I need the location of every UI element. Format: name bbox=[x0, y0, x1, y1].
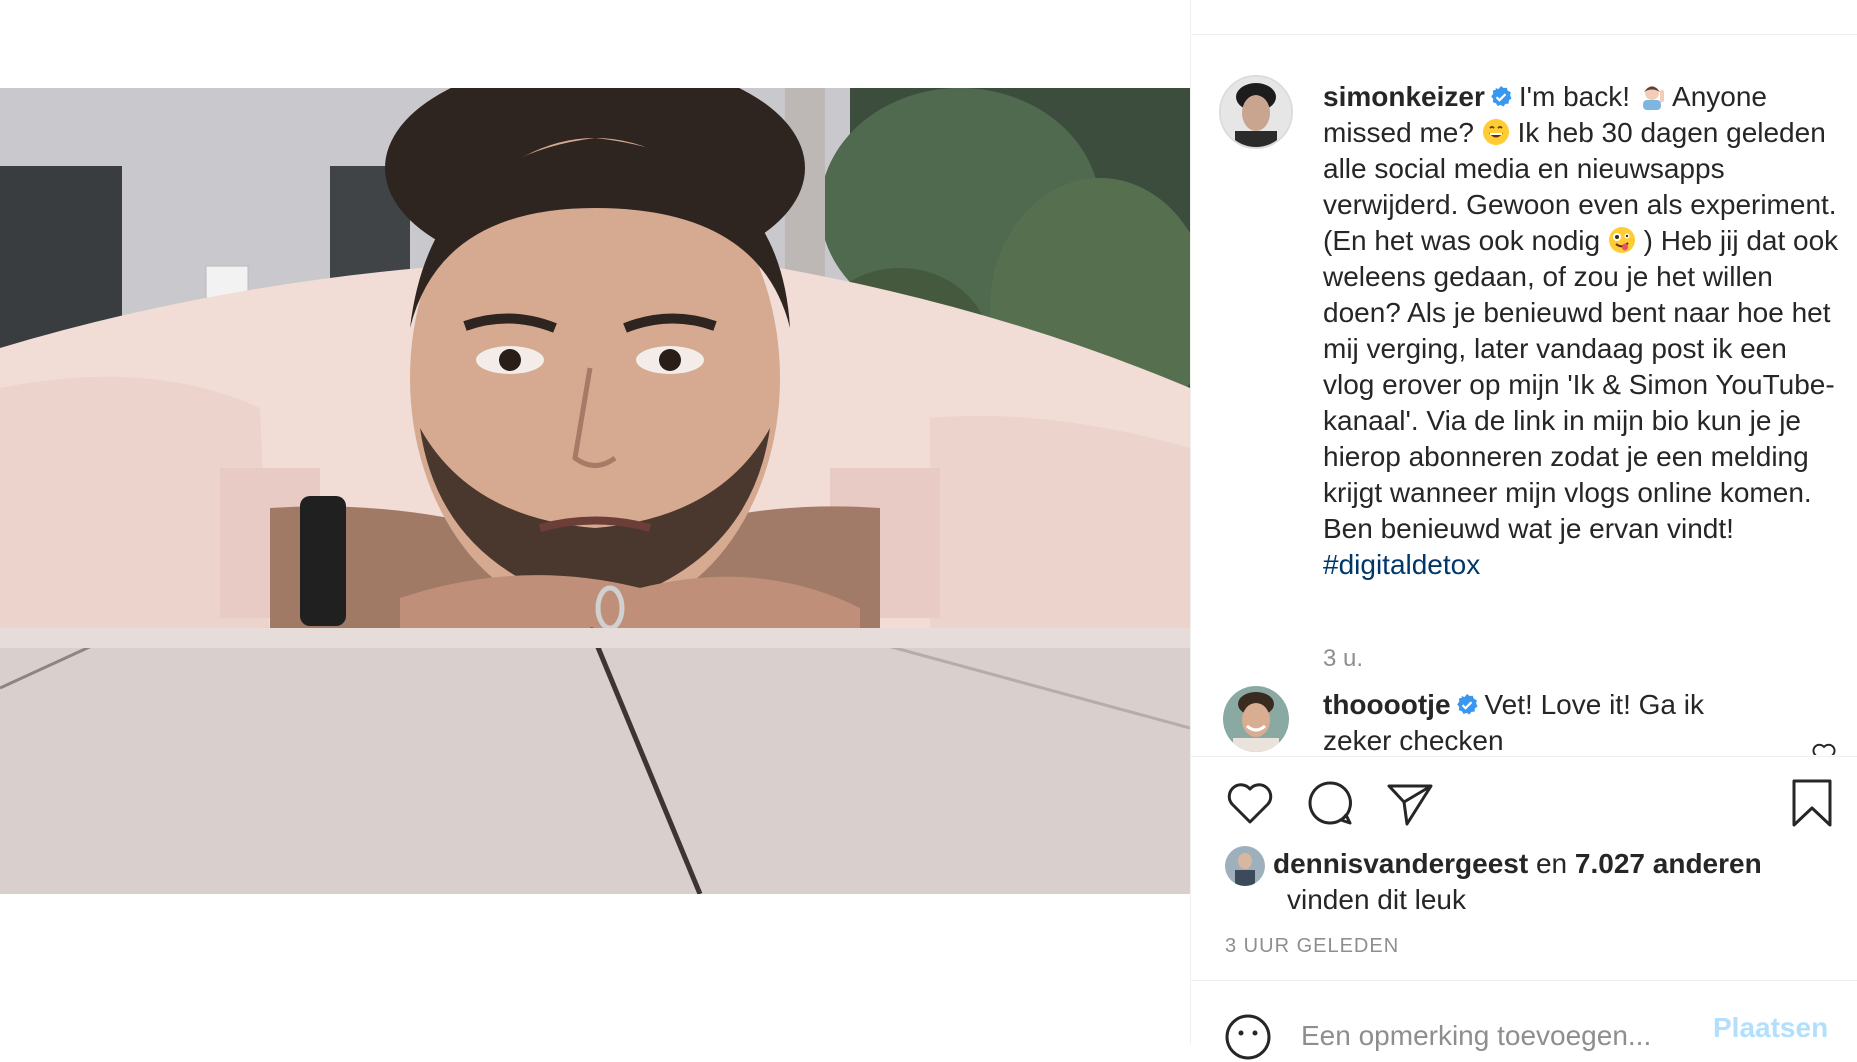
liker-username[interactable]: dennisvandergeest bbox=[1273, 848, 1528, 879]
likes-connector: en bbox=[1535, 848, 1568, 879]
liker-avatar[interactable] bbox=[1225, 846, 1265, 886]
grinning-emoji-icon bbox=[1482, 119, 1509, 145]
heart-icon[interactable] bbox=[1225, 778, 1275, 828]
likes-count-link[interactable]: 7.027 anderen bbox=[1575, 848, 1762, 879]
comment-item: thooootje Vet! Love it! Ga ik zeker check… bbox=[1323, 687, 1763, 755]
actions-divider bbox=[1191, 756, 1857, 757]
hashtag-link[interactable]: #digitaldetox bbox=[1323, 549, 1480, 580]
caption-username[interactable]: simonkeizer bbox=[1323, 81, 1485, 112]
liker-avatar-image bbox=[1225, 846, 1265, 886]
post-media-area bbox=[0, 0, 1190, 1044]
comment-username[interactable]: thooootje bbox=[1323, 689, 1451, 720]
caption-text-d: ) Heb jij dat ook weleens gedaan, of zou… bbox=[1323, 225, 1839, 544]
zany-face-emoji-icon bbox=[1608, 227, 1635, 253]
person-gesturing-emoji-icon bbox=[1642, 86, 1664, 110]
caption-timestamp[interactable]: 3 u. bbox=[1323, 645, 1363, 673]
post-time-ago[interactable]: 3 uur geleden bbox=[1225, 935, 1399, 958]
post-photo[interactable] bbox=[0, 88, 1190, 894]
post-photo-image bbox=[0, 88, 1190, 894]
verified-badge-icon bbox=[1491, 86, 1512, 107]
bookmark-icon[interactable] bbox=[1787, 778, 1837, 828]
post-caption: simonkeizer I'm back! Anyone missed me? I… bbox=[1323, 79, 1843, 583]
post-sidebar: simonkeizer I'm back! Anyone missed me? I… bbox=[1190, 0, 1857, 1060]
caption-text-a: I'm back! bbox=[1518, 81, 1631, 112]
commenter-avatar[interactable] bbox=[1223, 686, 1289, 752]
comment-heart-icon[interactable] bbox=[1811, 741, 1837, 755]
paper-plane-icon[interactable] bbox=[1385, 778, 1435, 828]
smiley-icon[interactable] bbox=[1223, 1012, 1273, 1062]
verified-badge-icon bbox=[1456, 694, 1478, 715]
commenter-avatar-image bbox=[1223, 686, 1289, 752]
speech-bubble-icon[interactable] bbox=[1305, 778, 1355, 828]
add-comment-divider bbox=[1191, 980, 1857, 981]
author-avatar[interactable] bbox=[1219, 75, 1293, 149]
comments-section[interactable]: simonkeizer I'm back! Anyone missed me? I… bbox=[1191, 35, 1857, 755]
post-comment-button[interactable]: Plaatsen bbox=[1713, 1012, 1828, 1044]
likes-suffix: vinden dit leuk bbox=[1287, 884, 1467, 915]
author-avatar-image bbox=[1221, 77, 1291, 147]
add-comment-input[interactable] bbox=[1301, 1016, 1701, 1056]
likes-summary: dennisvandergeest en 7.027 anderen vinde… bbox=[1273, 846, 1833, 918]
